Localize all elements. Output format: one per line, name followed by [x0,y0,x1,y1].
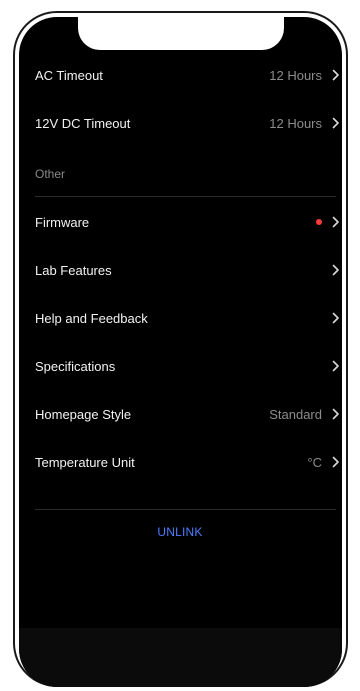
section-header-other: Other [35,167,66,181]
setting-dc-timeout[interactable]: 12V DC Timeout 12 Hours [35,103,342,143]
setting-label: Lab Features [35,262,112,278]
setting-ac-timeout[interactable]: AC Timeout 12 Hours [35,55,342,95]
chevron-right-icon [330,216,342,228]
setting-label: Temperature Unit [35,454,135,470]
unlink-button[interactable]: UNLINK [0,525,360,539]
setting-lab-features[interactable]: Lab Features [35,250,342,290]
red-dot-icon [316,219,322,225]
setting-homepage-style[interactable]: Homepage Style Standard [35,394,342,434]
chevron-right-icon [330,69,342,81]
screen-bottom [19,628,342,687]
setting-value: °C [307,454,322,470]
setting-label: Firmware [35,214,90,230]
section-divider [35,196,336,197]
chevron-right-icon [330,264,342,276]
setting-value: Standard [269,406,322,422]
setting-temperature-unit[interactable]: Temperature Unit °C [35,442,342,482]
setting-specifications[interactable]: Specifications [35,346,342,386]
setting-help-feedback[interactable]: Help and Feedback [35,298,342,338]
setting-value: 12 Hours [269,115,322,131]
chevron-right-icon [330,408,342,420]
setting-label: 12V DC Timeout [35,115,131,131]
chevron-right-icon [330,312,342,324]
chevron-right-icon [330,117,342,129]
chevron-right-icon [330,360,342,372]
setting-label: AC Timeout [35,67,103,83]
setting-label: Help and Feedback [35,310,148,326]
setting-label: Homepage Style [35,406,132,422]
setting-value: 12 Hours [269,67,322,83]
setting-label: Specifications [35,358,116,374]
device-notch [78,17,284,50]
footer-divider [35,509,336,510]
chevron-right-icon [330,456,342,468]
setting-firmware[interactable]: Firmware [35,202,342,242]
